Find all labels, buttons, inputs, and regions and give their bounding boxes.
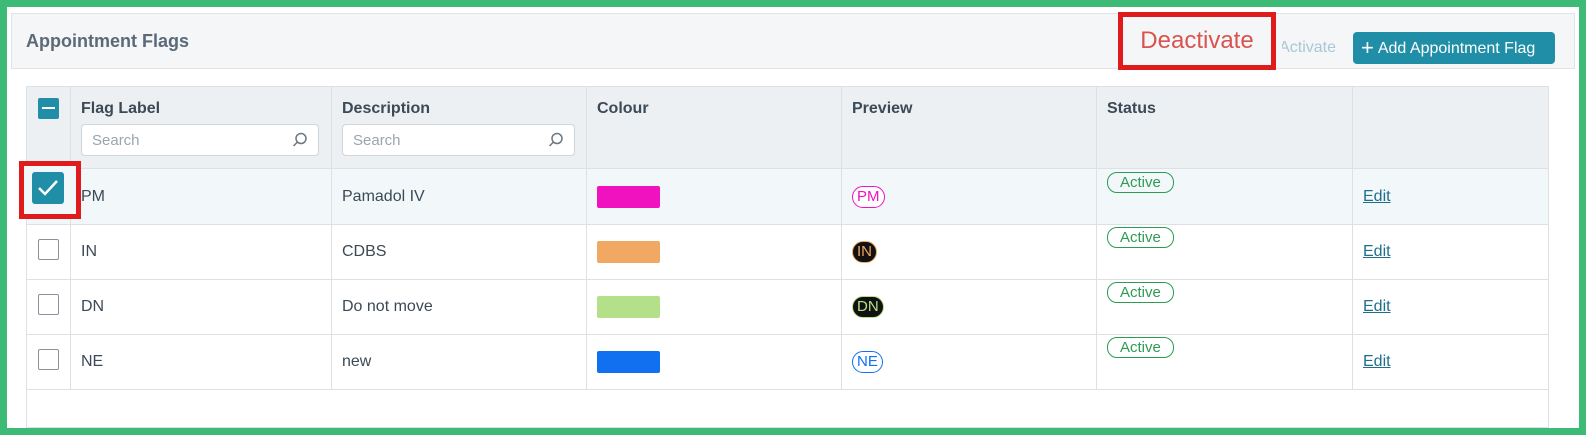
column-title-colour: Colour xyxy=(597,100,649,117)
flag-label-cell: NE xyxy=(70,334,332,390)
flag-preview: IN xyxy=(852,241,877,263)
column-title-preview: Preview xyxy=(852,100,913,117)
header-check-cell xyxy=(26,86,71,169)
actions-cell: Edit xyxy=(1352,168,1549,225)
column-actions xyxy=(1352,86,1549,169)
preview-cell: PM xyxy=(841,168,1097,225)
edit-link[interactable]: Edit xyxy=(1363,243,1391,260)
column-description: Description xyxy=(331,86,587,169)
edit-link[interactable]: Edit xyxy=(1363,353,1391,370)
table-row: DN Do not move DN Active Edit xyxy=(26,279,1549,335)
flag-label-cell: DN xyxy=(70,279,332,335)
add-button-label: Add Appointment Flag xyxy=(1377,40,1536,57)
colour-swatch xyxy=(597,241,660,263)
search-icon xyxy=(292,132,307,147)
flag-preview: PM xyxy=(852,185,885,208)
row-check-cell xyxy=(19,161,81,225)
row-checkbox-checked[interactable] xyxy=(32,172,64,204)
page-frame: Appointment Flags Activate + Add Appointm… xyxy=(7,7,1579,428)
status-badge: Active xyxy=(1107,171,1174,193)
flag-label-cell: PM xyxy=(70,168,332,225)
column-title-status: Status xyxy=(1107,100,1156,117)
row-check-cell xyxy=(26,334,71,390)
colour-swatch xyxy=(597,351,660,373)
preview-cell: NE xyxy=(841,334,1097,390)
flag-preview: DN xyxy=(852,296,884,318)
table-row: NE new NE Active Edit xyxy=(26,334,1549,390)
row-checkbox[interactable] xyxy=(38,349,59,370)
colour-cell xyxy=(586,168,842,225)
status-badge: Active xyxy=(1107,337,1174,358)
description-search-input[interactable] xyxy=(343,125,543,155)
colour-cell xyxy=(586,279,842,335)
status-badge: Active xyxy=(1107,282,1174,303)
colour-cell xyxy=(586,224,842,280)
table-row: PM Pamadol IV PM Active Edit xyxy=(19,161,1549,225)
row-check-cell xyxy=(26,224,71,280)
column-title-description: Description xyxy=(342,100,431,117)
flag-label-cell: IN xyxy=(70,224,332,280)
checkmark-icon xyxy=(38,180,58,196)
flag-label-search xyxy=(81,124,319,156)
column-preview: Preview xyxy=(841,86,1097,169)
row-checkbox[interactable] xyxy=(38,294,59,315)
status-cell: Active xyxy=(1096,168,1353,225)
status-cell: Active xyxy=(1096,334,1353,390)
page-header: Appointment Flags Activate + Add Appointm… xyxy=(11,13,1575,69)
empty-cell xyxy=(26,389,1549,428)
table-header-row: Flag Label Description Colour Preview St… xyxy=(26,86,1549,169)
flag-label-search-input[interactable] xyxy=(82,125,282,155)
flags-table: Flag Label Description Colour Preview St… xyxy=(19,86,1549,428)
flag-preview: NE xyxy=(852,351,883,373)
edit-link[interactable]: Edit xyxy=(1363,298,1391,315)
status-cell: Active xyxy=(1096,224,1353,280)
column-colour: Colour xyxy=(586,86,842,169)
actions-cell: Edit xyxy=(1352,279,1549,335)
table-row: IN CDBS IN Active Edit xyxy=(26,224,1549,280)
status-badge: Active xyxy=(1107,227,1174,248)
actions-cell: Edit xyxy=(1352,224,1549,280)
description-search xyxy=(342,124,575,156)
add-appointment-flag-button[interactable]: + Add Appointment Flag xyxy=(1353,32,1555,64)
description-cell: new xyxy=(331,334,587,390)
preview-cell: IN xyxy=(841,224,1097,280)
colour-swatch xyxy=(597,185,660,208)
plus-icon: + xyxy=(1361,35,1374,60)
status-cell: Active xyxy=(1096,279,1353,335)
column-flag-label: Flag Label xyxy=(70,86,332,169)
page-title: Appointment Flags xyxy=(26,31,189,51)
search-icon xyxy=(548,132,563,147)
colour-swatch xyxy=(597,296,660,318)
description-cell: CDBS xyxy=(331,224,587,280)
description-cell: Do not move xyxy=(331,279,587,335)
description-cell: Pamadol IV xyxy=(331,168,587,225)
preview-cell: DN xyxy=(841,279,1097,335)
column-status: Status xyxy=(1096,86,1353,169)
selection-highlight xyxy=(19,161,81,219)
table-empty-space xyxy=(26,389,1549,428)
row-checkbox[interactable] xyxy=(38,239,59,260)
deactivate-button[interactable]: Deactivate xyxy=(1118,12,1276,70)
row-check-cell xyxy=(26,279,71,335)
colour-cell xyxy=(586,334,842,390)
activate-button[interactable]: Activate xyxy=(1282,39,1336,57)
actions-cell: Edit xyxy=(1352,334,1549,390)
column-title-flag-label: Flag Label xyxy=(81,100,161,117)
edit-link[interactable]: Edit xyxy=(1363,188,1391,205)
select-all-checkbox[interactable] xyxy=(38,98,59,119)
